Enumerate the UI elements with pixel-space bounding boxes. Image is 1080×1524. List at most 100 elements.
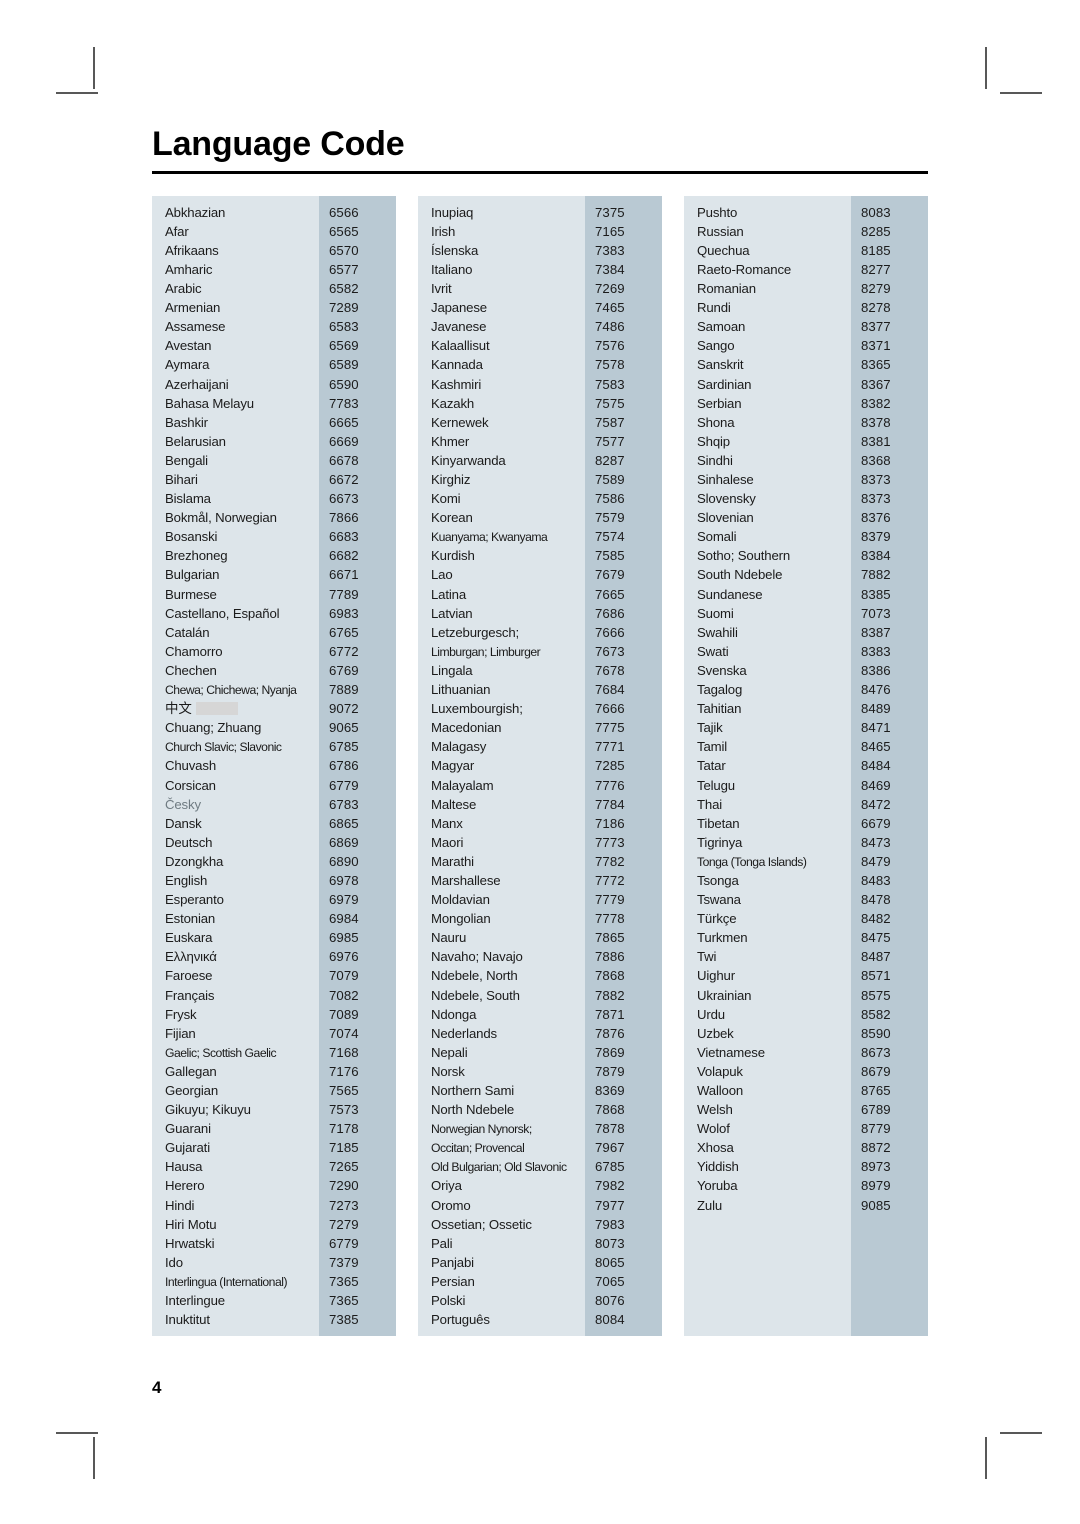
language-row: Malayalam 7776	[418, 776, 662, 795]
language-name: Interlingue	[165, 1293, 225, 1309]
language-name: Mongolian	[431, 911, 491, 927]
language-row: Tibetan 6679	[684, 814, 928, 833]
language-name: Maltese	[431, 796, 477, 812]
language-code-value: 7073	[861, 605, 891, 621]
language-name: Kannada	[431, 357, 483, 373]
language-row: Dansk 6865	[152, 814, 396, 833]
language-name: Castellano, Español	[165, 605, 280, 621]
language-row: Brezhoneg 6682	[152, 546, 396, 565]
language-row: Abkhazian 6566	[152, 203, 396, 222]
language-name: Korean	[431, 510, 473, 526]
language-code-value: 7983	[595, 1216, 625, 1232]
language-code-value: 8368	[861, 452, 891, 468]
language-row: Gallegan 7176	[152, 1062, 396, 1081]
language-name: Herero	[165, 1178, 205, 1194]
language-code-value: 7678	[595, 662, 625, 678]
language-row: Português 8084	[418, 1310, 662, 1329]
language-code-value: 7886	[595, 949, 625, 965]
language-code-value: 8076	[595, 1293, 625, 1309]
language-name: Tahitian	[697, 701, 742, 717]
language-name: Afar	[165, 223, 189, 239]
language-name: Marshallese	[431, 872, 501, 888]
language-code-value: 8386	[861, 662, 891, 678]
language-row: Deutsch 6869	[152, 833, 396, 852]
language-row: Slovenian 8376	[684, 508, 928, 527]
language-code-value: 7365	[329, 1293, 359, 1309]
page-number: 4	[152, 1378, 162, 1397]
language-code-tables: Abkhazian 6566 Afar 6565 Afrikaans 6570 Amhari…	[152, 195, 928, 1337]
language-row: Kuanyama; Kwanyama 7574	[418, 527, 662, 546]
language-code-value: 7586	[595, 491, 625, 507]
language-name: Tonga (Tonga Islands)	[697, 854, 807, 869]
language-row: Castellano, Español 6983	[152, 604, 396, 623]
language-code-value: 9072	[329, 701, 359, 717]
language-row: Uighur 8571	[684, 966, 928, 985]
crop-mark-bottom-right-vertical	[985, 1437, 987, 1479]
language-code-value: 7383	[595, 242, 625, 258]
language-code-value: 7375	[595, 204, 625, 220]
language-row: Telugu 8469	[684, 776, 928, 795]
language-row: Malagasy 7771	[418, 737, 662, 756]
language-code-value: 7665	[595, 586, 625, 602]
language-row: Panjabi 8065	[418, 1253, 662, 1272]
language-row: Letzeburgesch; 7666	[418, 623, 662, 642]
language-code-value: 7574	[595, 529, 625, 545]
language-row: Occitan; Provencal 7967	[418, 1138, 662, 1157]
language-name: Irish	[431, 223, 456, 239]
language-row: Marathi 7782	[418, 852, 662, 871]
language-row: Bahasa Melayu 7783	[152, 394, 396, 413]
language-name: Telugu	[697, 777, 735, 793]
language-name: Kurdish	[431, 548, 475, 564]
language-code-value: 7384	[595, 261, 625, 277]
language-code-value: 6765	[329, 624, 359, 640]
language-code-value: 8973	[861, 1159, 891, 1175]
language-code-value: 6683	[329, 529, 359, 545]
language-code-value: 7576	[595, 338, 625, 354]
language-code-value: 7265	[329, 1159, 359, 1175]
language-name: Assamese	[165, 319, 226, 335]
language-code-value: 7879	[595, 1063, 625, 1079]
language-code-value: 7579	[595, 510, 625, 526]
language-name: Gaelic; Scottish Gaelic	[165, 1045, 277, 1060]
language-code-value: 7285	[595, 758, 625, 774]
language-name: Kazakh	[431, 395, 475, 411]
language-row: Javanese 7486	[418, 317, 662, 336]
language-name: Rundi	[697, 300, 731, 316]
language-name: Yoruba	[697, 1178, 738, 1194]
language-row: Persian 7065	[418, 1272, 662, 1291]
language-name: Occitan; Provencal	[431, 1141, 525, 1156]
language-name: Vietnamese	[697, 1044, 765, 1060]
language-name: Sango	[697, 338, 735, 354]
language-row: Pushto 8083	[684, 203, 928, 222]
language-name: Wolof	[697, 1121, 730, 1137]
language-code-value: 6783	[329, 796, 359, 812]
language-name: Sindhi	[697, 452, 733, 468]
language-name: Nepali	[431, 1044, 468, 1060]
language-row: Amharic 6577	[152, 260, 396, 279]
language-code-value: 7882	[595, 987, 625, 1003]
language-name: Deutsch	[165, 834, 213, 850]
language-code-value: 7865	[595, 930, 625, 946]
language-name: Bengali	[165, 452, 208, 468]
language-row	[684, 1310, 928, 1329]
language-name: Abkhazian	[165, 204, 226, 220]
language-row: English 6978	[152, 871, 396, 890]
language-row: Kinyarwanda 8287	[418, 451, 662, 470]
language-row: Ossetian; Ossetic 7983	[418, 1215, 662, 1234]
language-row: Nederlands 7876	[418, 1024, 662, 1043]
language-code-value: 6789	[861, 1102, 891, 1118]
language-row: Gujarati 7185	[152, 1138, 396, 1157]
language-code-value: 8379	[861, 529, 891, 545]
language-row: Uzbek 8590	[684, 1024, 928, 1043]
language-name: Français	[165, 987, 215, 1003]
crop-mark-top-left-vertical	[93, 47, 95, 89]
language-code-value: 6983	[329, 605, 359, 621]
language-code-value: 8185	[861, 242, 891, 258]
language-row: Chewa; Chichewa; Nyanja 7889	[152, 680, 396, 699]
language-name: Bokmål, Norwegian	[165, 510, 277, 526]
language-name: Chuvash	[165, 758, 216, 774]
language-name: Shona	[697, 414, 735, 430]
language-name: Russian	[697, 223, 744, 239]
language-row: Armenian 7289	[152, 298, 396, 317]
crop-mark-bottom-left-vertical	[93, 1437, 95, 1479]
